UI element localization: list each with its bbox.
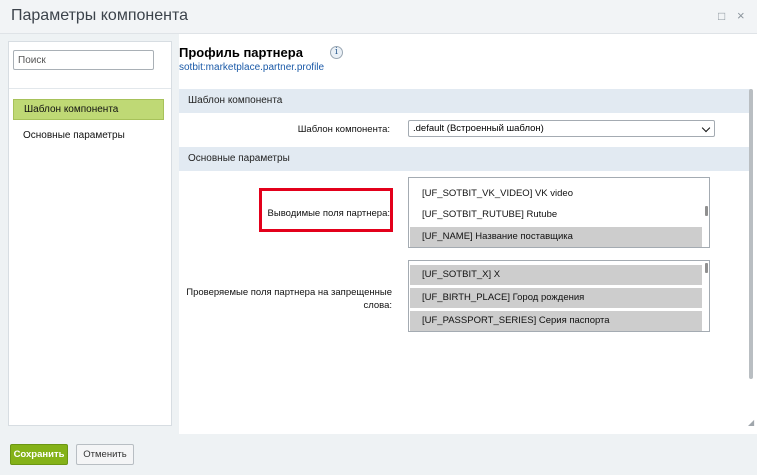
checked-fields-label-line1: Проверяемые поля партнера на запрещенные xyxy=(186,287,392,298)
sidebar-divider xyxy=(9,88,171,89)
output-fields-listbox[interactable]: [UF_SOTBIT_VK_VIDEO] VK video [UF_SOTBIT… xyxy=(408,177,710,248)
checked-fields-listbox[interactable]: [UF_SOTBIT_X] X [UF_BIRTH_PLACE] Город р… xyxy=(408,260,710,332)
search-input[interactable] xyxy=(13,50,154,70)
checked-fields-label: Проверяемые поля партнера на запрещенные… xyxy=(186,286,392,312)
dialog-content: Шаблон компонента Основные параметры Про… xyxy=(0,34,757,434)
listbox-scrollbar[interactable] xyxy=(705,263,708,273)
section-header-template: Шаблон компонента xyxy=(179,89,751,113)
sidebar-item-main-params[interactable]: Основные параметры xyxy=(13,125,164,146)
highlight-frame xyxy=(259,188,393,232)
section-header-main-params: Основные параметры xyxy=(179,147,751,171)
template-label: Шаблон компонента: xyxy=(297,124,390,135)
template-select[interactable]: .default (Встроенный шаблон) xyxy=(408,120,715,137)
chevron-down-icon xyxy=(701,123,711,133)
info-icon[interactable]: i xyxy=(330,46,343,59)
resize-grip-icon[interactable]: ◢ xyxy=(748,418,754,427)
cancel-button[interactable]: Отменить xyxy=(76,444,134,465)
close-icon[interactable]: × xyxy=(737,9,745,23)
component-title: Профиль партнера xyxy=(179,45,303,60)
window-titlebar: Параметры компонента □ × xyxy=(0,0,757,34)
template-select-value: .default (Встроенный шаблон) xyxy=(413,123,544,134)
list-item[interactable]: [UF_SOTBIT_VK_VIDEO] VK video xyxy=(410,184,702,204)
sidebar-item-component-template[interactable]: Шаблон компонента xyxy=(13,99,164,120)
list-item[interactable]: [UF_SOTBIT_X] X xyxy=(410,265,702,285)
save-button[interactable]: Сохранить xyxy=(10,444,68,465)
params-panel: Профиль партнера i sotbit:marketplace.pa… xyxy=(179,34,757,434)
checked-fields-label-line2: слова: xyxy=(363,300,392,311)
list-item[interactable]: [UF_NAME] Название поставщика xyxy=(410,227,702,247)
list-item[interactable]: [UF_PASSPORT_SERIES] Серия паспорта xyxy=(410,311,702,331)
listbox-scrollbar[interactable] xyxy=(705,206,708,216)
window-title: Параметры компонента xyxy=(11,7,188,24)
panel-scrollbar[interactable] xyxy=(749,89,753,379)
sidebar: Шаблон компонента Основные параметры xyxy=(8,41,172,426)
list-item[interactable]: [UF_SOTBIT_RUTUBE] Rutube xyxy=(410,205,702,225)
dialog-footer: Сохранить Отменить xyxy=(0,434,757,475)
list-item[interactable]: [UF_BIRTH_PLACE] Город рождения xyxy=(410,288,702,308)
component-code: sotbit:marketplace.partner.profile xyxy=(179,62,325,73)
restore-icon[interactable]: □ xyxy=(718,9,725,23)
